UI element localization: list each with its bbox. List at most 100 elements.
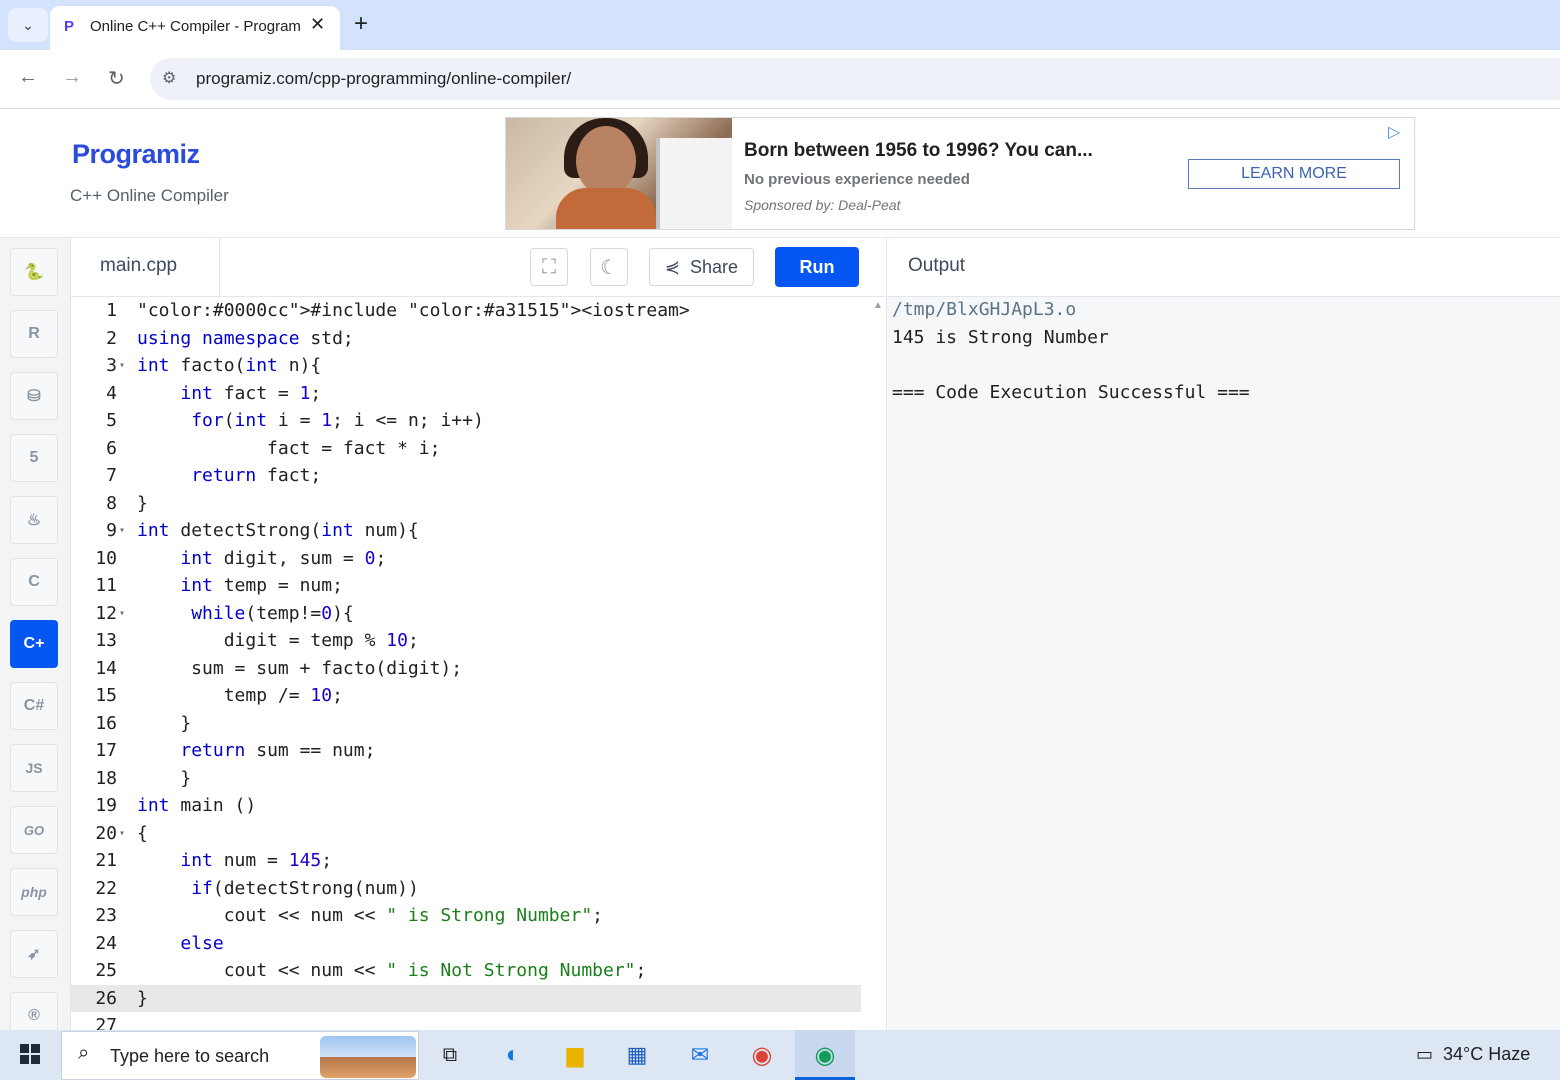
line-number: 25 [95,960,117,981]
file-tab[interactable]: main.cpp [71,238,220,296]
line-number: 2 [106,327,117,349]
output-header: Output [886,238,1560,297]
csharp-icon[interactable]: C# [10,682,58,730]
weather-icon: ▭ [1416,1044,1434,1064]
code-line[interactable]: 25 cout << num << " is Not Strong Number… [71,957,861,985]
reload-icon[interactable]: ↻ [108,66,125,91]
tab-search-chevron-icon[interactable]: ⌄ [8,8,48,42]
fold-arrow-icon[interactable]: ▾ [119,517,125,545]
javascript-icon[interactable]: JS [10,744,58,792]
code-line[interactable]: 9 ▾ int detectStrong(int num){ [71,517,861,545]
mail-icon[interactable]: ✉ [683,1038,717,1072]
code-text: } [137,712,192,734]
fold-arrow-icon[interactable]: ▾ [119,600,125,628]
line-number: 19 [95,795,117,816]
edge-browser-icon[interactable]: ◐ [496,1038,530,1072]
fullscreen-icon[interactable]: ⛶ [530,248,568,286]
code-line[interactable]: 12 ▾ while(temp!=0){ [71,600,861,628]
code-text: int temp = num; [180,575,343,596]
code-text: for(int i = 1; i <= n; i++) [191,410,484,431]
programiz-favicon-icon: P [64,18,75,35]
chrome-profile-icon[interactable]: ◉ [808,1038,842,1072]
task-view-icon[interactable]: ⧉ [433,1038,467,1072]
code-line[interactable]: 10 int digit, sum = 0; [71,545,861,573]
code-line[interactable]: 17 return sum == num; [71,737,861,765]
weather-widget[interactable]: ▭ 34°C Haze [1416,1044,1530,1065]
code-line[interactable]: 15 temp /= 10; [71,682,861,710]
code-line[interactable]: 21 int num = 145; [71,847,861,875]
dark-mode-moon-icon[interactable]: ☾ [590,248,628,286]
r-lang-icon[interactable]: R [10,310,58,358]
python-icon[interactable]: 🐍 [10,248,58,296]
code-line[interactable]: 13 digit = temp % 10; [71,627,861,655]
language-sidebar: 🐍 R ⛁ 5 ♨ C C+ C# JS GO php ➶ ® [0,238,71,1040]
line-number: 23 [95,905,117,926]
code-line[interactable]: 18 } [71,765,861,793]
line-number: 15 [95,685,117,706]
chrome-icon[interactable]: ◉ [745,1038,779,1072]
run-button[interactable]: Run [775,247,859,287]
code-line[interactable]: 1 "color:#0000cc">#include "color:#a31515… [71,297,861,325]
close-tab-icon[interactable]: ✕ [310,14,325,35]
code-line[interactable]: 5 for(int i = 1; i <= n; i++) [71,407,861,435]
browser-tab-bar: ⌄ P Online C++ Compiler - Program ✕ + [0,0,1560,50]
scroll-up-icon[interactable]: ▲ [873,300,883,311]
code-text: fact = fact * i; [137,437,441,459]
windows-start-icon[interactable] [20,1044,40,1064]
code-line[interactable]: 14 sum = sum + facto(digit); [71,655,861,683]
code-line[interactable]: 8} [71,490,861,518]
code-line[interactable]: 3 ▾ int facto(int n){ [71,352,861,380]
back-arrow-icon[interactable]: ← [18,66,38,89]
site-settings-icon[interactable]: ⚙ [162,68,176,88]
site-header: Programiz C++ Online Compiler Born betwe… [0,109,1560,238]
code-line[interactable]: 24 else [71,930,861,958]
c-lang-icon[interactable]: C [10,558,58,606]
microsoft-store-icon[interactable]: ▦ [620,1038,654,1072]
code-line[interactable]: 4 int fact = 1; [71,380,861,408]
code-line[interactable]: 11 int temp = num; [71,572,861,600]
output-line: /tmp/BlxGHJApL3.o [892,299,1077,320]
code-line[interactable]: 6 fact = fact * i; [71,435,861,463]
code-line[interactable]: 2 using namespace std; [71,325,861,353]
new-tab-icon[interactable]: + [354,10,368,38]
code-line[interactable]: 20 ▾ { [71,820,861,848]
code-line[interactable]: 27 [71,1012,861,1030]
output-line: === Code Execution Successful === [892,382,1250,403]
code-line[interactable]: 22 if(detectStrong(num)) [71,875,861,903]
share-button[interactable]: ⋞ Share [649,248,754,286]
forward-arrow-icon[interactable]: → [62,66,82,89]
learn-more-button[interactable]: LEARN MORE [1188,159,1400,189]
ad-choices-icon[interactable]: ▷ [1388,122,1400,142]
go-icon[interactable]: GO [10,806,58,854]
line-number: 22 [95,877,117,899]
browser-nav-bar: ← → ↻ ⚙ programiz.com/cpp-programming/on… [0,50,1560,109]
output-console[interactable]: /tmp/BlxGHJApL3.o 145 is Strong Number =… [886,297,1560,1030]
browser-tab[interactable]: P Online C++ Compiler - Program ✕ [50,6,340,50]
code-text: else [180,932,224,954]
advertisement-banner[interactable]: Born between 1956 to 1996? You can... No… [505,117,1415,230]
code-line[interactable]: 26} [71,984,861,1012]
ad-title[interactable]: Born between 1956 to 1996? You can... [744,140,1093,162]
html5-icon[interactable]: 5 [10,434,58,482]
code-line[interactable]: 7 return fact; [71,462,861,490]
code-line[interactable]: 19 int main () [71,792,861,820]
fold-arrow-icon[interactable]: ▾ [119,352,125,380]
address-bar[interactable]: ⚙ programiz.com/cpp-programming/online-c… [150,58,1560,100]
php-icon[interactable]: php [10,868,58,916]
code-text: using namespace std; [137,327,354,349]
fold-arrow-icon[interactable]: ▾ [119,820,125,848]
code-line[interactable]: 16 } [71,710,861,738]
code-line[interactable]: 23 cout << num << " is Strong Number"; [71,902,861,930]
java-icon[interactable]: ♨ [10,496,58,544]
cpp-lang-icon[interactable]: C+ [10,620,58,668]
sql-database-icon[interactable]: ⛁ [10,372,58,420]
code-text: return sum == num; [180,740,376,761]
url-text: programiz.com/cpp-programming/online-com… [196,69,572,88]
file-explorer-icon[interactable]: ▆ [558,1038,592,1072]
swift-icon[interactable]: ➶ [10,930,58,978]
line-number: 1 [106,300,117,321]
code-editor[interactable]: 1 "color:#0000cc">#include "color:#a31515… [71,297,885,1030]
programiz-logo[interactable]: Programiz [72,139,200,170]
taskbar-search-box[interactable]: ⌕ Type here to search [61,1031,419,1080]
line-number: 17 [95,740,117,761]
